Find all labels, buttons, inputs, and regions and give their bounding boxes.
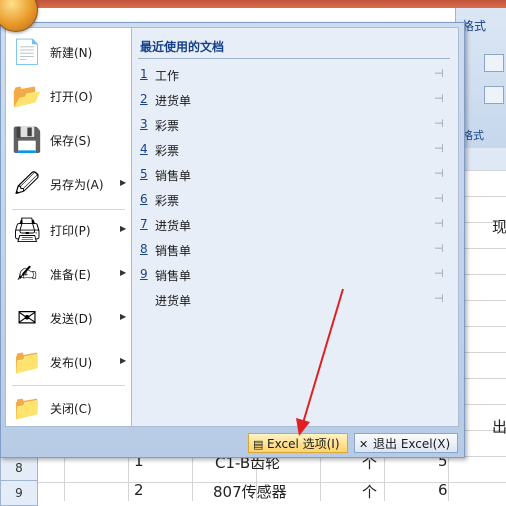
- annotation-arrow: [296, 288, 344, 436]
